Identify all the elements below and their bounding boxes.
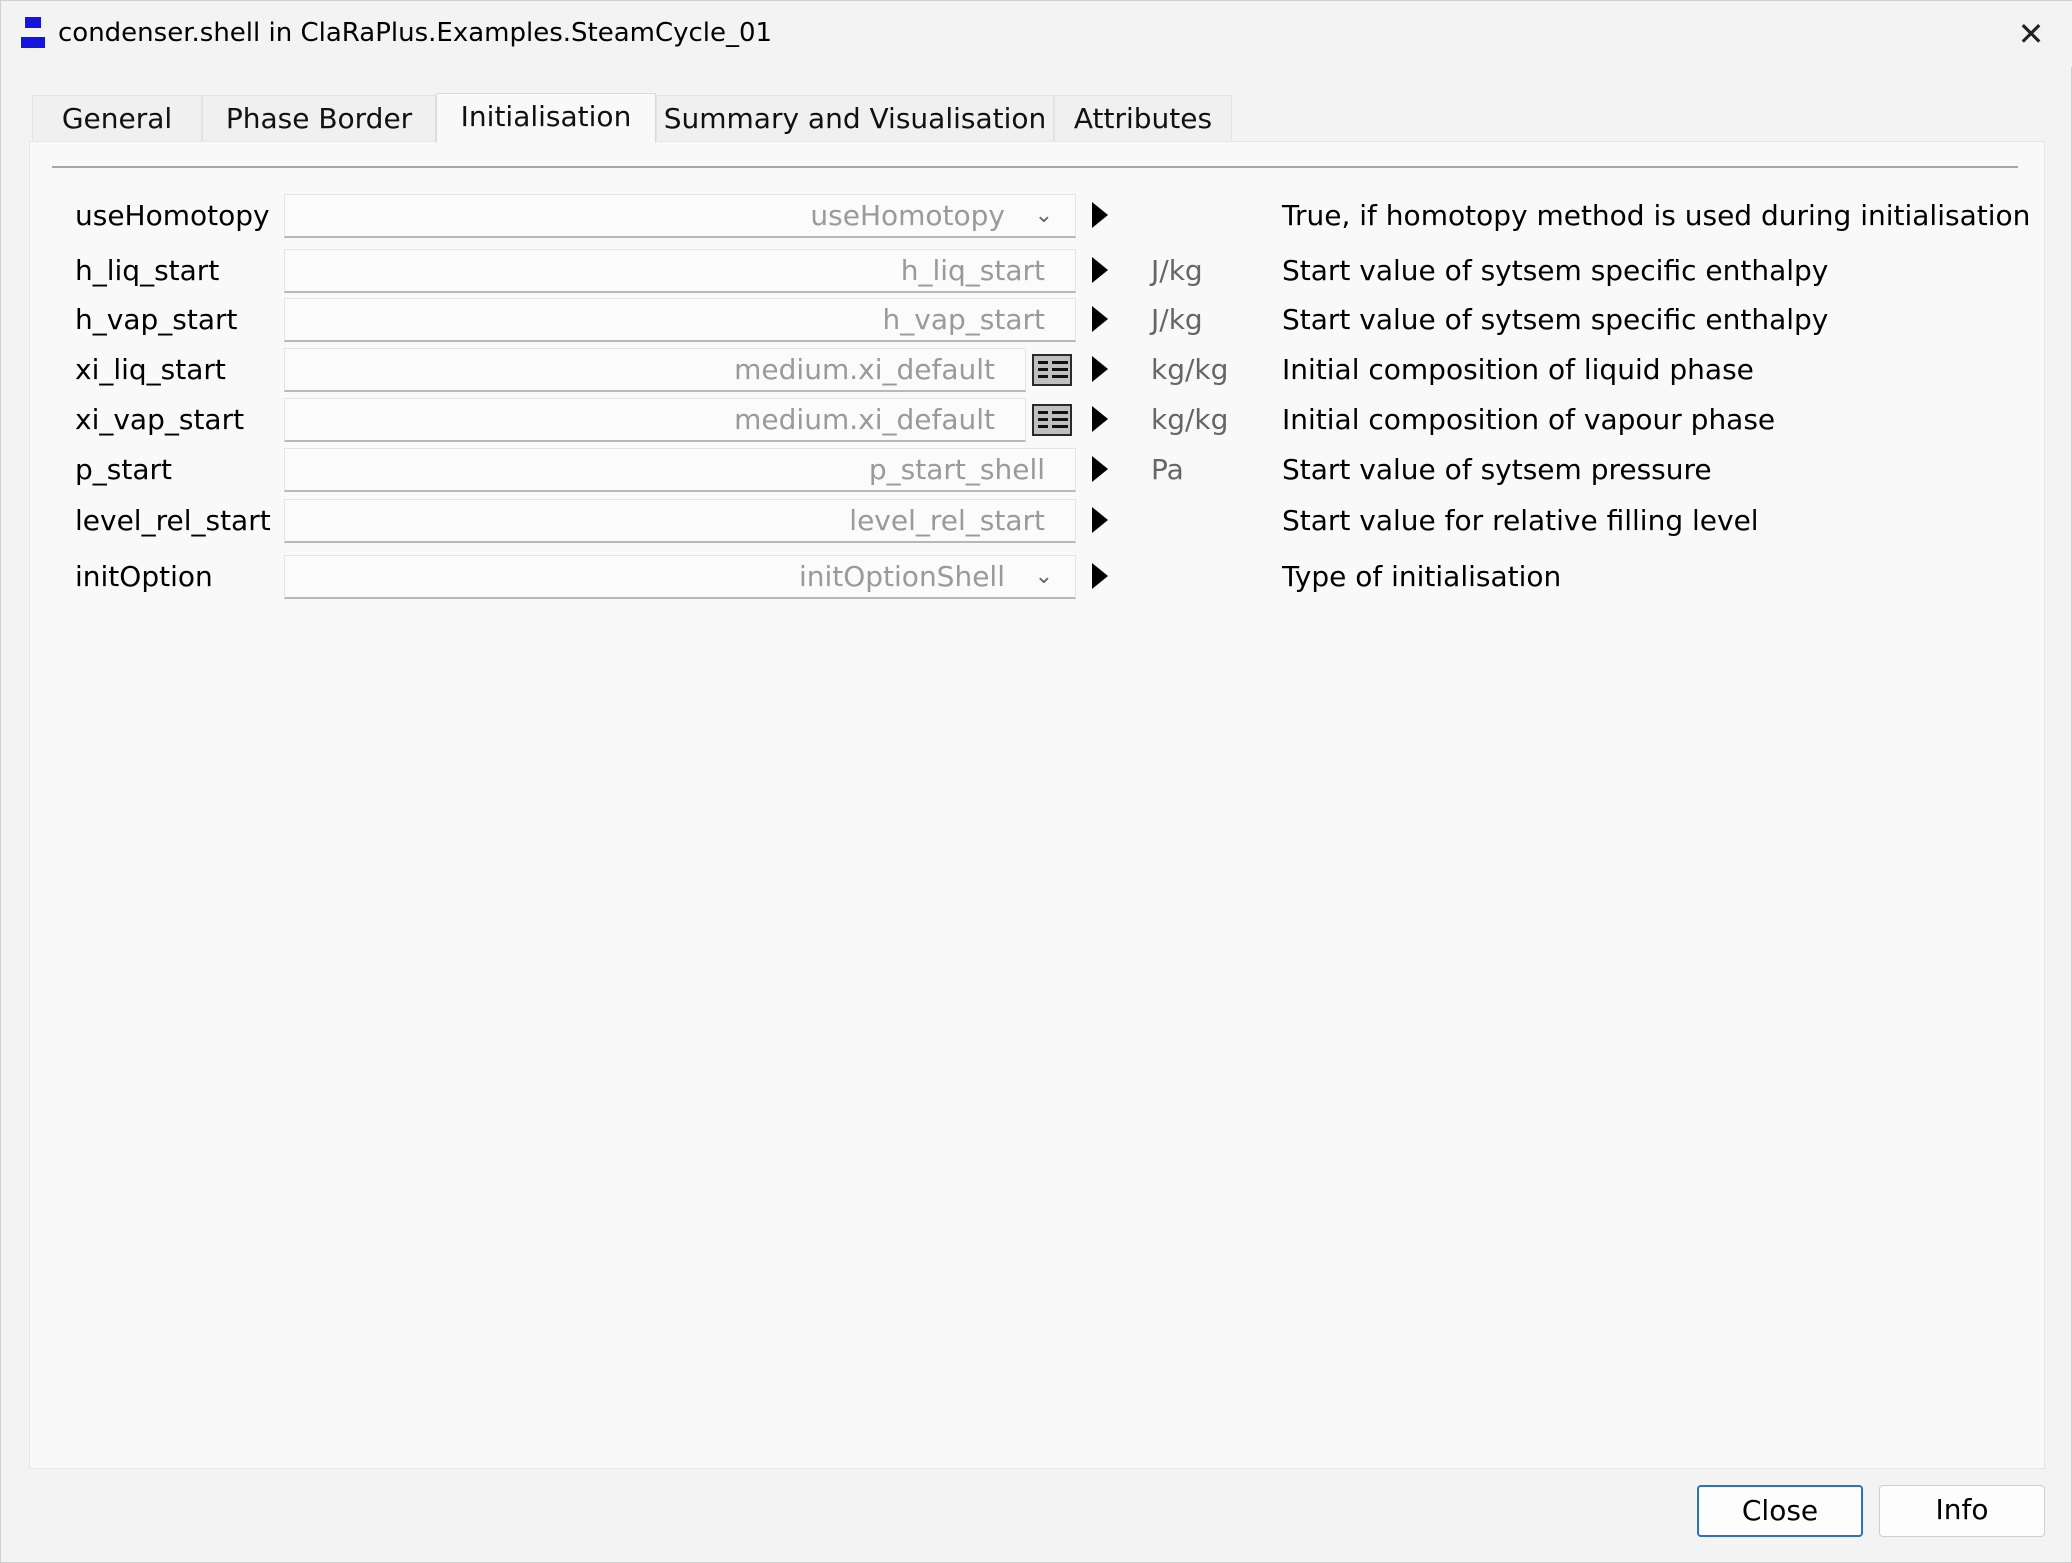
- param-unit: J/kg: [1151, 254, 1203, 287]
- initOption-dropdown[interactable]: initOptionShell ⌄: [284, 555, 1076, 599]
- param-description: Initial composition of liquid phase: [1282, 353, 1754, 386]
- chevron-down-icon: ⌄: [1034, 564, 1053, 589]
- param-description: Start value of sytsem specific enthalpy: [1282, 254, 1829, 287]
- h_vap_start-field[interactable]: h_vap_start: [284, 298, 1076, 342]
- triangle-right-icon[interactable]: [1092, 406, 1108, 432]
- param-row-p_start: p_start p_start_shell Pa Start value of …: [30, 446, 2046, 494]
- field-value: useHomotopy: [810, 199, 1005, 232]
- xi_vap_start-field[interactable]: medium.xi_default: [284, 398, 1026, 442]
- info-button[interactable]: Info: [1879, 1485, 2045, 1537]
- field-value: h_liq_start: [900, 254, 1045, 287]
- param-name: useHomotopy: [75, 199, 270, 232]
- triangle-right-icon[interactable]: [1092, 563, 1108, 589]
- param-name: xi_vap_start: [75, 403, 245, 436]
- tab-general[interactable]: General: [32, 95, 202, 141]
- triangle-right-icon[interactable]: [1092, 356, 1108, 382]
- param-name: xi_liq_start: [75, 353, 226, 386]
- window-title: condenser.shell in ClaRaPlus.Examples.St…: [58, 18, 773, 48]
- field-value: p_start_shell: [868, 453, 1045, 486]
- param-name: h_liq_start: [75, 254, 220, 287]
- field-value: initOptionShell: [798, 560, 1005, 593]
- triangle-right-icon[interactable]: [1092, 257, 1108, 283]
- param-name: initOption: [75, 560, 213, 593]
- param-row-h_liq_start: h_liq_start h_liq_start J/kg Start value…: [30, 247, 2046, 295]
- xi_liq_start-field[interactable]: medium.xi_default: [284, 348, 1026, 392]
- param-row-initOption: initOption initOptionShell ⌄ Type of ini…: [30, 553, 2046, 601]
- tab-phase-border[interactable]: Phase Border: [202, 95, 436, 141]
- field-value: h_vap_start: [882, 303, 1045, 336]
- param-name: p_start: [75, 453, 172, 486]
- triangle-right-icon[interactable]: [1092, 507, 1108, 533]
- param-description: Type of initialisation: [1282, 560, 1562, 593]
- title-bar: condenser.shell in ClaRaPlus.Examples.St…: [1, 1, 2072, 67]
- separator: [52, 166, 2018, 168]
- matrix-editor-icon[interactable]: [1032, 404, 1072, 436]
- param-name: h_vap_start: [75, 303, 238, 336]
- param-name: level_rel_start: [75, 504, 271, 537]
- param-unit: J/kg: [1151, 303, 1203, 336]
- tab-attributes[interactable]: Attributes: [1054, 95, 1232, 141]
- useHomotopy-dropdown[interactable]: useHomotopy ⌄: [284, 194, 1076, 238]
- param-description: Start value of sytsem specific enthalpy: [1282, 303, 1829, 336]
- parameter-dialog: condenser.shell in ClaRaPlus.Examples.St…: [0, 0, 2072, 1563]
- chevron-down-icon: ⌄: [1034, 203, 1053, 228]
- triangle-right-icon[interactable]: [1092, 456, 1108, 482]
- field-value: medium.xi_default: [734, 353, 995, 386]
- param-unit: Pa: [1151, 453, 1184, 486]
- param-row-h_vap_start: h_vap_start h_vap_start J/kg Start value…: [30, 296, 2046, 344]
- param-row-xi_liq_start: xi_liq_start medium.xi_default kg/kg Ini…: [30, 346, 2046, 394]
- param-description: Start value of sytsem pressure: [1282, 453, 1712, 486]
- level_rel_start-field[interactable]: level_rel_start: [284, 499, 1076, 543]
- close-button[interactable]: Close: [1697, 1485, 1863, 1537]
- h_liq_start-field[interactable]: h_liq_start: [284, 249, 1076, 293]
- tab-initialisation[interactable]: Initialisation: [436, 93, 656, 143]
- app-icon: [21, 17, 45, 51]
- p_start-field[interactable]: p_start_shell: [284, 448, 1076, 492]
- field-value: medium.xi_default: [734, 403, 995, 436]
- field-value: level_rel_start: [849, 504, 1045, 537]
- initialisation-panel: useHomotopy useHomotopy ⌄ True, if homot…: [29, 141, 2045, 1469]
- matrix-editor-icon[interactable]: [1032, 354, 1072, 386]
- close-icon[interactable]: ✕: [2011, 15, 2051, 53]
- param-row-level_rel_start: level_rel_start level_rel_start Start va…: [30, 497, 2046, 545]
- triangle-right-icon[interactable]: [1092, 306, 1108, 332]
- triangle-right-icon[interactable]: [1092, 202, 1108, 228]
- param-row-xi_vap_start: xi_vap_start medium.xi_default kg/kg Ini…: [30, 396, 2046, 444]
- param-row-useHomotopy: useHomotopy useHomotopy ⌄ True, if homot…: [30, 192, 2046, 240]
- param-description: Initial composition of vapour phase: [1282, 403, 1776, 436]
- param-unit: kg/kg: [1151, 403, 1229, 436]
- param-unit: kg/kg: [1151, 353, 1229, 386]
- param-description: True, if homotopy method is used during …: [1282, 199, 2031, 232]
- param-description: Start value for relative filling level: [1282, 504, 1759, 537]
- tab-summary-and-visualisation[interactable]: Summary and Visualisation: [656, 95, 1054, 141]
